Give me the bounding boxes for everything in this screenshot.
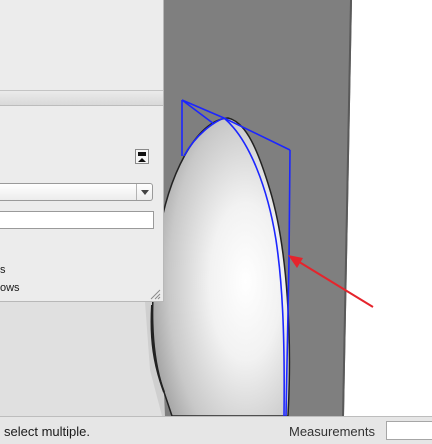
panel-body [0,106,163,301]
name-field[interactable] [0,211,154,229]
chevron-down-icon[interactable] [136,184,152,200]
layer-select[interactable] [0,183,153,201]
status-bar: select multiple. Measurements [0,416,432,444]
measurements-label: Measurements [289,424,375,439]
resize-grip-icon[interactable] [149,288,161,300]
panel-collapse-icon[interactable] [135,149,149,164]
panel-top-area [0,0,163,90]
panel-header[interactable] [0,90,163,106]
status-hint: select multiple. [4,424,90,439]
option-label-2: ows [0,282,20,294]
measurements-input[interactable] [386,421,432,440]
option-label-1: s [0,264,6,276]
entity-info-panel: s ows [0,0,164,302]
